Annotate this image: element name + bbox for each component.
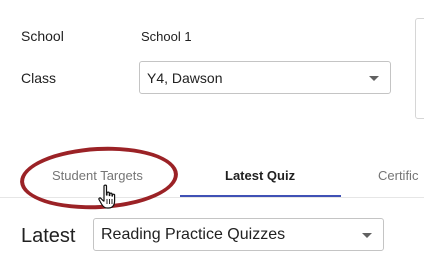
class-select-value: Y4, Dawson	[147, 69, 223, 86]
chevron-down-icon	[362, 232, 372, 238]
tab-certificates[interactable]: Certific	[378, 168, 418, 183]
school-value: School 1	[141, 29, 192, 44]
latest-label: Latest	[21, 225, 76, 247]
quiz-type-select[interactable]: Reading Practice Quizzes	[93, 218, 384, 251]
hand-pointer-icon	[98, 184, 116, 209]
chevron-down-icon	[369, 75, 379, 81]
side-panel	[415, 18, 424, 119]
class-label: Class	[21, 70, 57, 86]
tab-latest-quiz[interactable]: Latest Quiz	[225, 168, 295, 183]
quiz-type-select-value: Reading Practice Quizzes	[101, 225, 286, 243]
class-select[interactable]: Y4, Dawson	[139, 61, 391, 94]
school-label: School	[21, 28, 64, 44]
